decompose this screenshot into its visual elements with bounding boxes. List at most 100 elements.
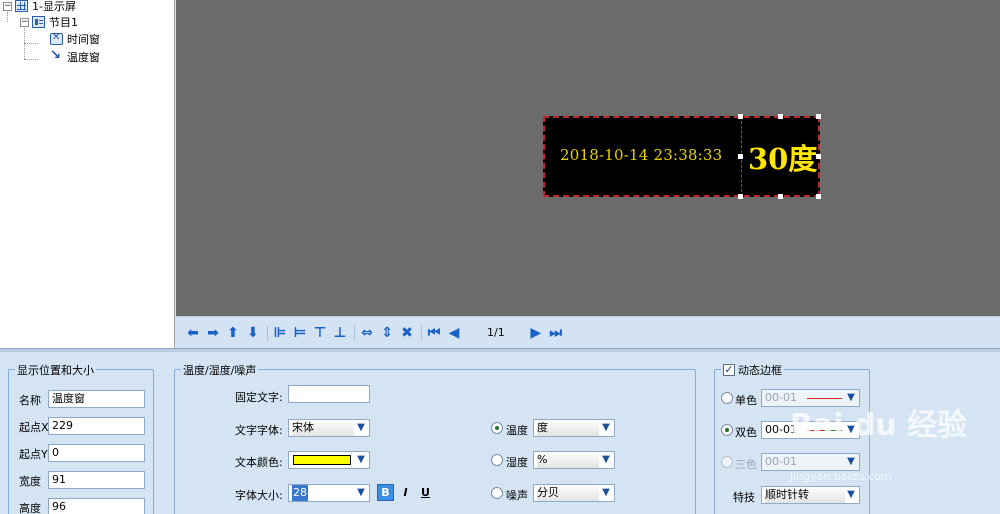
border-preview-line (807, 430, 824, 431)
width-label: 宽度 (19, 475, 41, 488)
resize-handle[interactable] (816, 194, 821, 199)
resize-handle[interactable] (738, 194, 743, 199)
chevron-down-icon: ▼ (847, 456, 855, 467)
noise-unit-value: 分贝 (537, 485, 599, 501)
arrow-down-icon[interactable]: ⬇ (244, 324, 262, 342)
single-color-radio[interactable] (721, 392, 733, 404)
tree-label-screen: 1-显示屏 (32, 0, 76, 13)
noise-radio[interactable] (491, 487, 503, 499)
border-preview-line (824, 430, 842, 431)
height-field[interactable]: 96 (48, 498, 145, 514)
clock-window-icon (50, 32, 63, 45)
align-right-icon[interactable]: ⊨ (291, 324, 309, 342)
name-field[interactable]: 温度窗 (48, 390, 145, 408)
font-size-value: 28 (292, 485, 308, 501)
canvas-toolbar: ⬅ ➡ ⬆ ⬇ ⊫ ⊨ ⊤ ⊥ ⇔ ⇕ ✖ ⏮ ◀ 1/1 ▶ ⏭ (176, 316, 1000, 348)
tree-node-program[interactable]: − 节目1 (20, 14, 78, 30)
fixed-text-label: 固定文字: (235, 391, 283, 404)
resize-handle[interactable] (778, 114, 783, 119)
humidity-label: 湿度 (506, 456, 528, 469)
align-left-icon[interactable]: ⊫ (271, 324, 289, 342)
double-color-value: 00-01 (765, 423, 797, 436)
tree-node-temperature-window[interactable]: 温度窗 (50, 48, 100, 65)
temperature-humidity-noise-group: 温度/湿度/噪声 固定文字: 文字字体: 宋体 ▼ 文本颜色: ▼ 字体大小: … (174, 362, 696, 514)
screen-icon (15, 0, 28, 12)
preview-canvas[interactable]: 2018-10-14 23:38:33 30度 (176, 0, 1000, 316)
font-label: 文字字体: (235, 424, 283, 437)
program-tree: − 1-显示屏 − 节目1 时间窗 温度窗 (0, 0, 175, 348)
single-color-select[interactable]: 00-01 ▼ (761, 389, 860, 407)
chevron-down-icon: ▼ (357, 454, 365, 465)
resize-handle[interactable] (778, 194, 783, 199)
position-size-group: 显示位置和大小 名称 温度窗 起点X 229 起点Y 0 宽度 91 高度 96 (8, 362, 154, 514)
arrow-right-icon[interactable]: ➡ (204, 324, 222, 342)
noise-unit-select[interactable]: 分贝 ▼ (533, 484, 615, 502)
temperature-window-icon (50, 48, 63, 63)
temperature-radio[interactable] (491, 422, 503, 434)
font-size-select[interactable]: 28 ▼ (288, 484, 370, 502)
y-field[interactable]: 0 (48, 444, 145, 462)
prev-page-icon[interactable]: ◀ (445, 324, 463, 342)
triple-color-select[interactable]: 00-01 ▼ (761, 453, 860, 471)
resize-handle[interactable] (738, 114, 743, 119)
fixed-text-field[interactable] (288, 385, 370, 403)
x-label: 起点X (19, 421, 49, 434)
arrow-up-icon[interactable]: ⬆ (224, 324, 242, 342)
chevron-down-icon: ▼ (847, 424, 855, 435)
resize-handle[interactable] (738, 154, 743, 159)
tree-label-program: 节目1 (49, 16, 78, 29)
color-label: 文本颜色: (235, 456, 283, 469)
triple-color-radio[interactable] (721, 456, 733, 468)
tree-node-time-window[interactable]: 时间窗 (50, 31, 100, 47)
italic-button[interactable]: I (397, 484, 414, 501)
arrow-left-icon[interactable]: ⬅ (184, 324, 202, 342)
single-color-value: 00-01 (765, 391, 797, 404)
collapse-toggle-icon[interactable]: − (3, 1, 12, 11)
dynamic-border-title: 动态边框 (738, 364, 782, 377)
double-color-radio[interactable] (721, 424, 733, 436)
x-field[interactable]: 229 (48, 417, 145, 435)
next-page-icon[interactable]: ▶ (527, 324, 545, 342)
underline-button[interactable]: U (417, 484, 434, 501)
led-screen-preview[interactable]: 2018-10-14 23:38:33 30度 (543, 114, 821, 199)
font-select-value: 宋体 (292, 420, 354, 436)
first-page-icon[interactable]: ⏮ (425, 324, 443, 342)
fit-screen-icon[interactable]: ✖ (398, 324, 416, 342)
text-color-select[interactable]: ▼ (288, 451, 370, 469)
chevron-down-icon: ▼ (847, 489, 855, 500)
chevron-down-icon: ▼ (602, 422, 610, 433)
align-top-icon[interactable]: ⊤ (311, 324, 329, 342)
double-color-select[interactable]: 00-01 ▼ (761, 421, 860, 439)
humidity-radio[interactable] (491, 454, 503, 466)
bold-button[interactable]: B (377, 484, 394, 501)
triple-color-label: 三色 (735, 458, 757, 471)
tree-node-screen[interactable]: − 1-显示屏 (3, 0, 76, 14)
width-field[interactable]: 91 (48, 471, 145, 489)
align-bottom-icon[interactable]: ⊥ (331, 324, 349, 342)
height-label: 高度 (19, 502, 41, 514)
humidity-unit-select[interactable]: % ▼ (533, 451, 615, 469)
color-swatch (293, 455, 351, 465)
program-icon (32, 16, 45, 28)
toolbar-divider (354, 324, 355, 341)
resize-handle[interactable] (816, 154, 821, 159)
resize-handle[interactable] (816, 114, 821, 119)
toolbar-divider (421, 324, 422, 341)
effect-select[interactable]: 顺时针转 ▼ (761, 486, 860, 504)
border-preview-line (807, 398, 842, 399)
single-color-label: 单色 (735, 394, 757, 407)
font-size-label: 字体大小: (235, 489, 283, 502)
font-select[interactable]: 宋体 ▼ (288, 419, 370, 437)
tree-label-temperature-window: 温度窗 (67, 49, 100, 65)
dynamic-border-checkbox[interactable]: ✓ (723, 364, 735, 376)
double-color-label: 双色 (735, 426, 757, 439)
last-page-icon[interactable]: ⏭ (547, 324, 565, 342)
dynamic-border-title-wrap: ✓ 动态边框 (721, 362, 784, 378)
collapse-toggle-icon[interactable]: − (20, 17, 29, 27)
temperature-unit-select[interactable]: 度 ▼ (533, 419, 615, 437)
stretch-vertical-icon[interactable]: ⇕ (378, 324, 396, 342)
effect-label: 特技 (733, 491, 755, 504)
temperature-window-region[interactable]: 30度 (741, 116, 820, 197)
stretch-horizontal-icon[interactable]: ⇔ (358, 324, 376, 342)
led-temperature-text: 30度 (748, 142, 818, 176)
